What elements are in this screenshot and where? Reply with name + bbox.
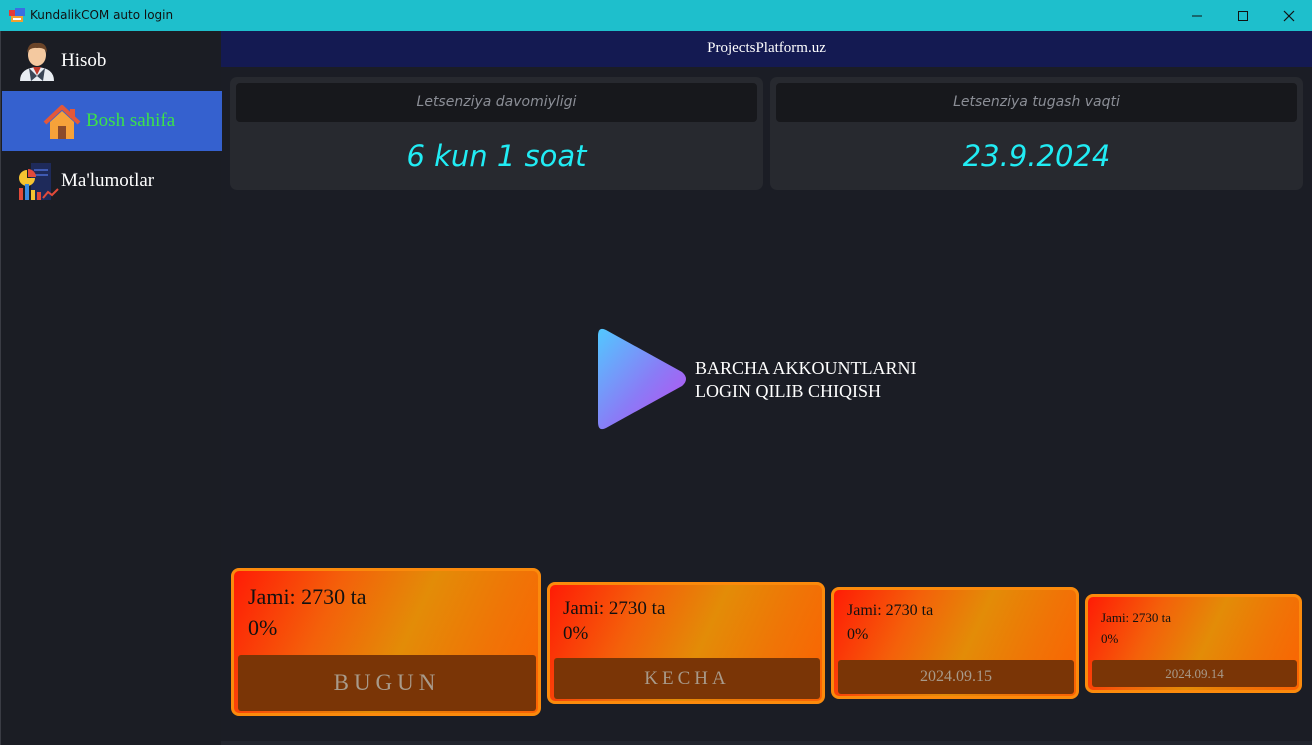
stat-card-today: Jami: 2730 ta 0% BUGUN	[231, 568, 541, 716]
license-expiry-card: Letsenziya tugash vaqti 23.9.2024	[770, 77, 1303, 190]
stat-percent: 0%	[563, 623, 589, 644]
stat-total: Jami: 2730 ta	[1101, 610, 1172, 625]
sidebar-item-label: Bosh sahifa	[86, 110, 176, 131]
license-duration-label: Letsenziya davomiyligi	[416, 94, 577, 110]
stat-percent: 0%	[1101, 631, 1119, 646]
stat-card-day-3: Jami: 2730 ta 0% 2024.09.15	[831, 587, 1079, 699]
stat-percent: 0%	[248, 615, 278, 640]
home-icon	[43, 105, 81, 139]
license-expiry-header: Letsenziya tugash vaqti	[776, 83, 1297, 122]
maximize-icon	[1238, 10, 1248, 21]
stat-total: Jami: 2730 ta	[248, 584, 367, 609]
license-duration-value: 6 kun 1 soat	[406, 139, 587, 173]
window-title: KundalikCOM auto login	[30, 8, 174, 22]
login-all-line2: LOGIN QILIB CHIQISH	[695, 381, 881, 401]
date-button[interactable]: 2024.09.14	[1092, 660, 1297, 687]
maximize-button[interactable]	[1220, 0, 1266, 31]
sidebar-item-bosh-sahifa[interactable]: Bosh sahifa	[2, 91, 222, 151]
bottom-strip	[221, 741, 1312, 745]
header-bar: ProjectsPlatform.uz	[221, 31, 1312, 67]
license-duration-header: Letsenziya davomiyligi	[236, 83, 757, 122]
stat-percent: 0%	[847, 626, 869, 643]
user-avatar-icon	[20, 42, 54, 81]
stats-icon	[19, 163, 59, 200]
play-icon[interactable]	[596, 326, 691, 432]
stat-total: Jami: 2730 ta	[847, 602, 934, 619]
stat-card-yesterday: Jami: 2730 ta 0% KECHA	[547, 582, 825, 704]
login-all-accounts-label[interactable]: BARCHA AKKOUNTLARNI LOGIN QILIB CHIQISH	[695, 357, 917, 403]
sidebar-item-hisob[interactable]: Hisob	[2, 31, 222, 91]
sidebar-item-label: Ma'lumotlar	[61, 170, 155, 191]
app-icon	[9, 8, 25, 22]
yesterday-button[interactable]: KECHA	[554, 658, 820, 699]
stat-card-day-4: Jami: 2730 ta 0% 2024.09.14	[1085, 594, 1302, 693]
date-button[interactable]: 2024.09.15	[838, 660, 1074, 694]
license-duration-card: Letsenziya davomiyligi 6 kun 1 soat	[230, 77, 763, 190]
login-all-line1: BARCHA AKKOUNTLARNI	[695, 358, 917, 378]
stat-total: Jami: 2730 ta	[563, 598, 666, 619]
header-title: ProjectsPlatform.uz	[707, 40, 826, 56]
close-button[interactable]	[1266, 0, 1312, 31]
sidebar: Hisob Bosh sahifa Ma'lumotlar	[0, 31, 222, 745]
today-button[interactable]: BUGUN	[238, 655, 536, 711]
minimize-icon	[1192, 15, 1202, 16]
sidebar-item-malumotlar[interactable]: Ma'lumotlar	[2, 151, 222, 211]
license-expiry-value: 23.9.2024	[962, 139, 1111, 173]
close-icon	[1283, 10, 1295, 21]
sidebar-item-label: Hisob	[61, 50, 107, 71]
minimize-button[interactable]	[1174, 0, 1220, 31]
title-bar: KundalikCOM auto login	[0, 0, 1312, 31]
license-expiry-label: Letsenziya tugash vaqti	[953, 94, 1120, 110]
